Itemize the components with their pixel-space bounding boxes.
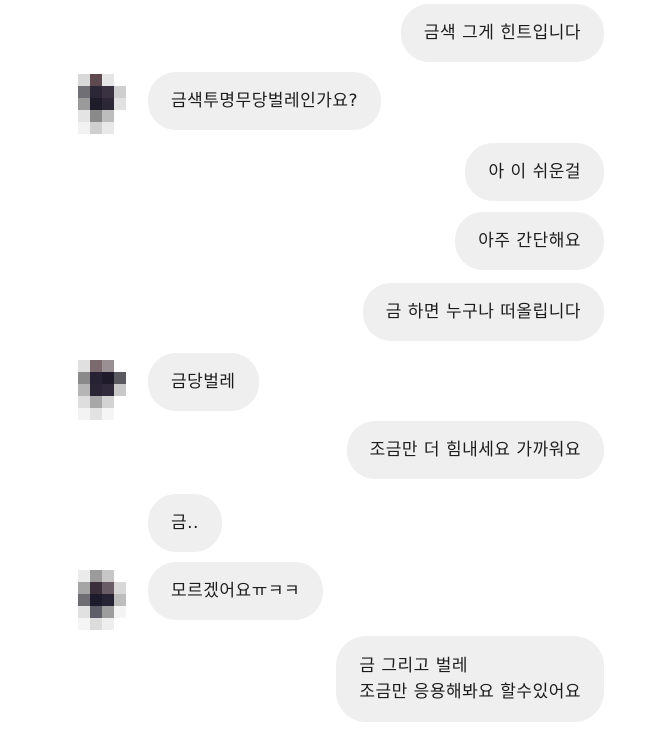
avatar-pixel (102, 570, 114, 582)
avatar-pixel (102, 594, 114, 606)
avatar-pixel (78, 86, 90, 98)
avatar-pixel (78, 74, 90, 86)
avatar-pixel (114, 618, 126, 630)
avatar-pixel (114, 582, 126, 594)
avatar-pixel (114, 360, 126, 372)
avatar-pixel (102, 110, 114, 122)
avatar-pixel (90, 384, 102, 396)
message-bubble-received: 금당벌레 (148, 353, 259, 411)
avatar-pixel (90, 372, 102, 384)
avatar-pixel (102, 408, 114, 420)
avatar-pixel (78, 594, 90, 606)
avatar[interactable] (78, 570, 126, 634)
avatar-pixel (78, 582, 90, 594)
message-text: 조금만 더 힘내세요 가까워요 (369, 440, 581, 460)
message-text: 금.. (171, 513, 199, 533)
message-text: 금 하면 누구나 떠올립니다 (385, 302, 581, 322)
message-bubble-sent: 아주 간단해요 (455, 212, 604, 270)
avatar-pixel (102, 384, 114, 396)
message-text: 금 그리고 벌레 (359, 656, 469, 676)
avatar-pixel (114, 606, 126, 618)
avatar-pixel (78, 372, 90, 384)
avatar-pixel (90, 396, 102, 408)
avatar-pixel (102, 360, 114, 372)
message-bubble-sent: 금색 그게 힌트입니다 (400, 4, 604, 62)
avatar-pixel (90, 74, 102, 86)
avatar-pixel (90, 122, 102, 134)
avatar-pixel (102, 582, 114, 594)
avatar[interactable] (78, 360, 126, 424)
avatar-pixel (78, 110, 90, 122)
avatar-pixel (114, 384, 126, 396)
avatar-pixel (90, 360, 102, 372)
avatar-pixel (102, 74, 114, 86)
message-text: 금당벌레 (171, 372, 236, 392)
avatar-pixel (114, 408, 126, 420)
message-bubble-sent: 금 하면 누구나 떠올립니다 (362, 283, 604, 341)
avatar-pixel (114, 122, 126, 134)
message-text: 조금만 응용해봐요 할수있어요 (359, 682, 581, 702)
avatar-pixel (114, 74, 126, 86)
avatar-pixel (90, 408, 102, 420)
avatar-pixel (90, 570, 102, 582)
avatar-pixel (90, 618, 102, 630)
avatar-pixel (90, 98, 102, 110)
avatar-pixel (102, 618, 114, 630)
avatar-pixel (102, 86, 114, 98)
message-bubble-received: 모르겠어요ㅠㅋㅋ (148, 562, 324, 620)
avatar-pixel (102, 98, 114, 110)
avatar-pixel (114, 396, 126, 408)
message-text: 금색 그게 힌트입니다 (423, 23, 581, 43)
avatar-pixel (90, 594, 102, 606)
message-bubble-sent: 아 이 쉬운걸 (465, 143, 604, 201)
avatar-pixel (78, 360, 90, 372)
message-bubble-received: 금.. (148, 494, 222, 552)
avatar-pixel (114, 98, 126, 110)
avatar[interactable] (78, 74, 126, 138)
avatar-pixel (102, 372, 114, 384)
avatar-pixel (78, 122, 90, 134)
message-bubble-received: 금색투명무당벌레인가요? (148, 72, 382, 130)
avatar-pixel (102, 122, 114, 134)
avatar-pixel (114, 110, 126, 122)
message-text: 아주 간단해요 (478, 231, 581, 251)
avatar-pixel (114, 570, 126, 582)
avatar-pixel (90, 110, 102, 122)
avatar-pixel (102, 606, 114, 618)
message-text: 아 이 쉬운걸 (488, 162, 581, 182)
avatar-pixel (102, 396, 114, 408)
avatar-pixel (78, 98, 90, 110)
avatar-pixel (78, 408, 90, 420)
avatar-pixel (78, 384, 90, 396)
avatar-pixel (78, 618, 90, 630)
avatar-pixel (78, 570, 90, 582)
avatar-pixel (114, 594, 126, 606)
chat-thread: 금색 그게 힌트입니다 금색투명무당벌레인가요? 아 이 쉬운걸 아주 간단해요… (0, 0, 658, 729)
avatar-pixel (90, 86, 102, 98)
avatar-pixel (114, 86, 126, 98)
avatar-pixel (90, 582, 102, 594)
message-bubble-sent: 금 그리고 벌레 조금만 응용해봐요 할수있어요 (336, 636, 604, 722)
avatar-pixel (114, 372, 126, 384)
avatar-pixel (78, 396, 90, 408)
avatar-pixel (90, 606, 102, 618)
avatar-pixel (78, 606, 90, 618)
message-bubble-sent: 조금만 더 힘내세요 가까워요 (346, 421, 604, 479)
message-text: 모르겠어요ㅠㅋㅋ (171, 581, 301, 601)
message-text: 금색투명무당벌레인가요? (171, 91, 359, 111)
